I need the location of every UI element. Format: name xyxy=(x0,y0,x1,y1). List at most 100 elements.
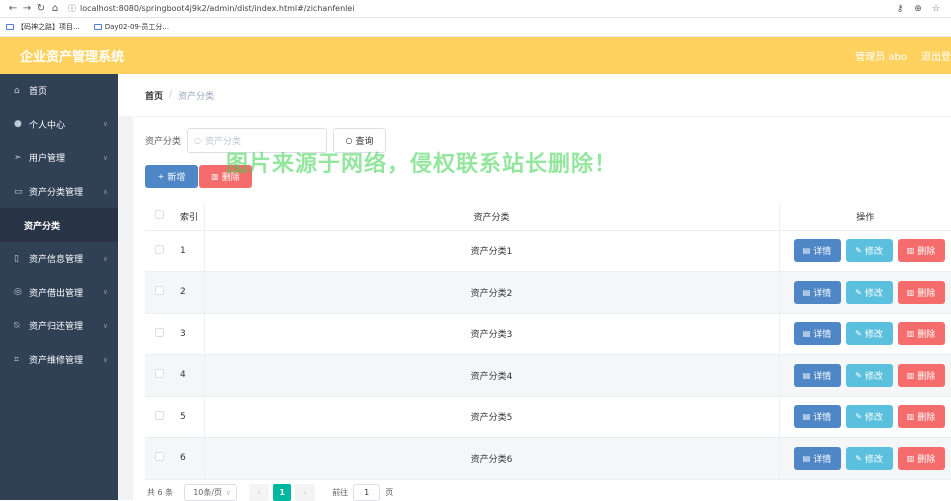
row-checkbox[interactable] xyxy=(154,327,164,337)
sidebar-item-asset-category-management[interactable]: ▭ 资产分类管理 ∧ xyxy=(0,175,118,209)
sidebar-item-asset-lending-management[interactable]: ◎ 资产借出管理 ∨ xyxy=(0,276,118,310)
row-checkbox[interactable] xyxy=(154,286,164,296)
search-icon: ○ xyxy=(345,136,353,145)
column-header-index: 索引 xyxy=(173,203,205,231)
trash-icon: ▥ xyxy=(906,412,915,422)
edit-button[interactable]: ✎ 修改 xyxy=(845,322,893,346)
page-number-current[interactable]: 1 xyxy=(273,484,292,501)
category-table: 索引 资产分类 操作 1 资产分类1 ▤ 详情 ✎ 修改 ▥ 删除 2 资产分类2 ▤ 详情 ✎ 修改 ▥ 删… xyxy=(145,203,951,480)
plus-icon: + xyxy=(157,172,165,181)
home-browser-icon[interactable]: ⌂ xyxy=(48,3,62,14)
edit-icon: ✎ xyxy=(855,329,862,339)
delete-button[interactable]: ▥ 删除 xyxy=(897,280,945,304)
breadcrumb-home[interactable]: 首页 xyxy=(145,89,163,102)
cell-ops: ▤ 详情 ✎ 修改 ▥ 删除 xyxy=(779,396,951,438)
detail-button[interactable]: ▤ 详情 xyxy=(793,446,841,470)
next-page-button[interactable]: › xyxy=(295,484,316,501)
column-header-ops: 操作 xyxy=(779,203,951,231)
address-bar[interactable]: ⓘ localhost:8080/springboot4j9k2/admin/d… xyxy=(68,2,885,16)
cell-ops: ▤ 详情 ✎ 修改 ▥ 删除 xyxy=(779,354,951,397)
site-info-icon[interactable]: ⓘ xyxy=(68,3,80,14)
user-icon: ● xyxy=(14,119,22,130)
goto-label: 前往 xyxy=(332,488,349,497)
edit-button[interactable]: ✎ 修改 xyxy=(845,363,893,387)
chart-icon: ▭ xyxy=(14,186,23,197)
forward-icon[interactable]: → xyxy=(20,3,34,14)
logout-link[interactable]: 退出登 xyxy=(921,48,951,63)
cell-index: 3 xyxy=(173,313,205,355)
edit-button[interactable]: ✎ 修改 xyxy=(845,280,893,304)
document-icon: ▤ xyxy=(802,453,811,463)
cell-ops: ▤ 详情 ✎ 修改 ▥ 删除 xyxy=(779,271,951,314)
column-header-name: 资产分类 xyxy=(204,203,780,231)
table-row: 1 资产分类1 ▤ 详情 ✎ 修改 ▥ 删除 xyxy=(145,230,951,272)
table-row: 3 资产分类3 ▤ 详情 ✎ 修改 ▥ 删除 xyxy=(145,313,951,355)
edit-icon: ✎ xyxy=(855,370,862,380)
edit-button[interactable]: ✎ 修改 xyxy=(845,446,893,470)
url-text: localhost:8080/springboot4j9k2/admin/dis… xyxy=(80,4,355,13)
table-row: 2 资产分类2 ▤ 详情 ✎ 修改 ▥ 删除 xyxy=(145,271,951,314)
sidebar-item-home[interactable]: ⌂ 首页 xyxy=(0,74,118,108)
row-checkbox[interactable] xyxy=(154,410,164,420)
search-icon: ○ xyxy=(194,136,201,145)
detail-button[interactable]: ▤ 详情 xyxy=(793,363,841,387)
cell-index: 1 xyxy=(173,230,205,272)
send-icon: ➣ xyxy=(14,152,22,163)
app-header: 企业资产管理系统 管理员 abo 退出登 xyxy=(0,37,951,74)
back-icon[interactable]: ← xyxy=(6,3,20,14)
row-checkbox[interactable] xyxy=(154,244,164,254)
sidebar-item-asset-category[interactable]: 资产分类 xyxy=(0,208,118,242)
chevron-down-icon: ∨ xyxy=(102,153,108,162)
sidebar-item-user-management[interactable]: ➣ 用户管理 ∨ xyxy=(0,141,118,175)
row-checkbox[interactable] xyxy=(154,452,164,462)
crop-icon: ⌗ xyxy=(14,354,20,365)
cell-ops: ▤ 详情 ✎ 修改 ▥ 删除 xyxy=(779,313,951,355)
main-content: 首页 / 资产分类 资产分类 ○ 资产分类 ○ 查询 + 新增 ▥ 删除 图片来… xyxy=(118,74,951,501)
sidebar-item-asset-repair-management[interactable]: ⌗ 资产维修管理 ∨ xyxy=(0,343,118,377)
trash-icon: ▥ xyxy=(906,370,915,380)
row-checkbox[interactable] xyxy=(154,369,164,379)
edit-button[interactable]: ✎ 修改 xyxy=(845,405,893,429)
cell-name: 资产分类1 xyxy=(204,230,780,272)
sidebar-item-personal-center[interactable]: ● 个人中心 ∨ xyxy=(0,108,118,142)
app-title: 企业资产管理系统 xyxy=(20,50,125,65)
delete-button[interactable]: ▥ 删除 xyxy=(897,405,945,429)
edit-button[interactable]: ✎ 修改 xyxy=(845,239,893,263)
document-icon: ▤ xyxy=(802,287,811,297)
detail-button[interactable]: ▤ 详情 xyxy=(793,239,841,263)
content-card: 资产分类 ○ 资产分类 ○ 查询 + 新增 ▥ 删除 图片来源于网络，侵权联系站… xyxy=(133,117,951,500)
edit-icon: ✎ xyxy=(855,412,862,422)
delete-button[interactable]: ▥ 删除 xyxy=(897,363,945,387)
sidebar-item-asset-return-management[interactable]: ⍉ 资产归还管理 ∨ xyxy=(0,309,118,343)
pagination-total: 共 6 条 xyxy=(147,488,174,497)
detail-button[interactable]: ▤ 详情 xyxy=(793,405,841,429)
page-size-select[interactable]: 10条/页 ∨ xyxy=(184,484,238,501)
select-all-checkbox[interactable] xyxy=(154,210,164,220)
bookmark-item[interactable]: 【码神之路】项目... xyxy=(6,22,80,32)
breadcrumb-current: 资产分类 xyxy=(178,91,215,102)
folder-icon xyxy=(93,24,102,30)
table-row: 6 资产分类6 ▤ 详情 ✎ 修改 ▥ 删除 xyxy=(145,437,951,480)
detail-button[interactable]: ▤ 详情 xyxy=(793,322,841,346)
zoom-icon[interactable]: ⊕ xyxy=(909,4,927,14)
bookmark-item[interactable]: Day02-09-员工分... xyxy=(93,22,169,32)
trash-icon: ▥ xyxy=(211,172,219,181)
key-icon[interactable]: ⚷ xyxy=(891,4,909,14)
chevron-down-icon: ∨ xyxy=(102,120,108,129)
cell-index: 4 xyxy=(173,354,205,397)
detail-button[interactable]: ▤ 详情 xyxy=(793,280,841,304)
delete-button[interactable]: ▥ 删除 xyxy=(897,239,945,263)
add-button[interactable]: + 新增 xyxy=(145,165,198,188)
chevron-down-icon: ∨ xyxy=(225,488,232,497)
cell-index: 2 xyxy=(173,271,205,314)
prev-page-button[interactable]: ‹ xyxy=(249,484,270,501)
star-icon[interactable]: ☆ xyxy=(927,4,945,14)
sidebar-item-asset-info-management[interactable]: ▯ 资产信息管理 ∨ xyxy=(0,242,118,276)
goto-page-input[interactable]: 1 xyxy=(353,484,381,501)
current-user[interactable]: 管理员 abo xyxy=(855,48,907,63)
delete-button[interactable]: ▥ 删除 xyxy=(897,322,945,346)
delete-button[interactable]: ▥ 删除 xyxy=(897,446,945,470)
search-label: 资产分类 xyxy=(145,137,182,147)
reload-icon[interactable]: ↻ xyxy=(34,3,48,14)
document-icon: ▤ xyxy=(802,412,811,422)
